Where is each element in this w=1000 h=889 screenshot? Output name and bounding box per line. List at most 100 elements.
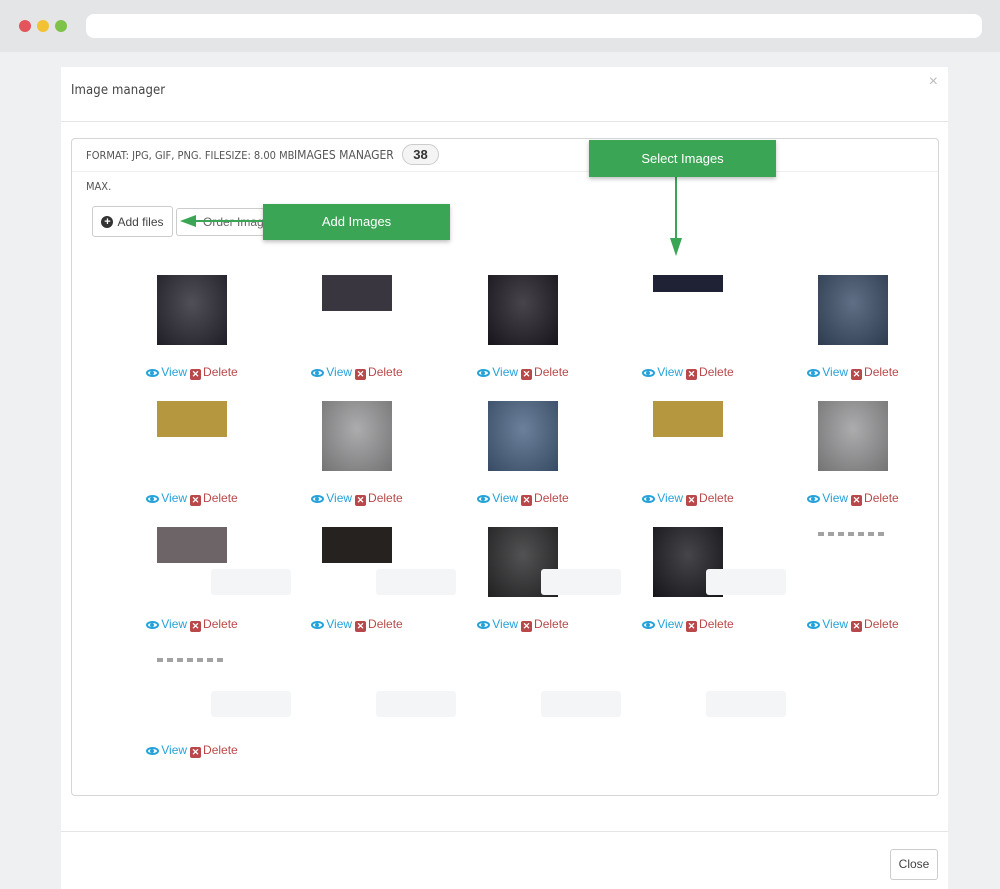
image-thumbnail[interactable]: [157, 658, 227, 662]
window-maximize-dot[interactable]: [55, 20, 67, 32]
delete-link[interactable]: ✕ Delete: [518, 491, 569, 506]
image-item[interactable]: View ✕ Delete: [282, 398, 432, 518]
view-link[interactable]: View: [642, 491, 683, 505]
delete-link[interactable]: ✕ Delete: [683, 491, 734, 506]
delete-link[interactable]: ✕ Delete: [683, 617, 734, 632]
view-label: View: [326, 617, 353, 631]
delete-link[interactable]: ✕ Delete: [518, 617, 569, 632]
panel-header: FORMAT: JPG, GIF, PNG. FILESIZE: 8.00 MB…: [72, 139, 938, 172]
add-files-button[interactable]: + Add files: [92, 206, 173, 237]
view-link[interactable]: View: [642, 365, 683, 379]
modal-title: Image manager: [71, 83, 166, 98]
eye-icon: [642, 495, 656, 503]
image-thumbnail[interactable]: [818, 275, 888, 345]
close-button[interactable]: Close: [890, 849, 938, 880]
delete-icon: ✕: [851, 621, 863, 632]
image-thumbnail[interactable]: [488, 401, 558, 471]
delete-link[interactable]: ✕ Delete: [187, 617, 238, 632]
view-link[interactable]: View: [311, 617, 352, 631]
delete-icon: ✕: [355, 495, 367, 506]
view-link[interactable]: View: [146, 365, 187, 379]
address-bar[interactable]: [86, 14, 982, 38]
view-link[interactable]: View: [807, 491, 848, 505]
delete-icon: ✕: [190, 747, 202, 758]
image-thumbnail[interactable]: [653, 275, 723, 292]
order-image-by-button[interactable]: Order Image By: [176, 208, 276, 236]
delete-link[interactable]: ✕ Delete: [352, 365, 403, 380]
image-item[interactable]: View ✕ Delete: [778, 524, 928, 644]
delete-icon: ✕: [521, 369, 533, 380]
delete-link[interactable]: ✕ Delete: [187, 491, 238, 506]
view-link[interactable]: View: [807, 365, 848, 379]
view-link[interactable]: View: [146, 617, 187, 631]
view-link[interactable]: View: [477, 491, 518, 505]
eye-icon: [311, 495, 325, 503]
image-thumbnail[interactable]: [322, 401, 392, 471]
view-link[interactable]: View: [807, 617, 848, 631]
image-placeholder: [376, 569, 456, 595]
image-item[interactable]: View ✕ Delete: [282, 272, 432, 392]
image-placeholder: [706, 691, 786, 717]
eye-icon: [642, 369, 656, 377]
delete-link[interactable]: ✕ Delete: [518, 365, 569, 380]
view-label: View: [326, 365, 353, 379]
image-actions: View ✕ Delete: [282, 617, 432, 632]
image-actions: View ✕ Delete: [613, 617, 763, 632]
image-thumbnail[interactable]: [157, 275, 227, 345]
view-label: View: [822, 491, 849, 505]
view-link[interactable]: View: [311, 491, 352, 505]
delete-label: Delete: [864, 365, 899, 379]
window-minimize-dot[interactable]: [37, 20, 49, 32]
delete-label: Delete: [534, 617, 569, 631]
view-link[interactable]: View: [146, 491, 187, 505]
delete-label: Delete: [203, 743, 238, 757]
manager-label: IMAGES MANAGER: [294, 148, 394, 162]
image-thumbnail[interactable]: [818, 401, 888, 471]
eye-icon: [642, 621, 656, 629]
delete-icon: ✕: [686, 369, 698, 380]
image-thumbnail[interactable]: [322, 527, 392, 563]
delete-link[interactable]: ✕ Delete: [352, 491, 403, 506]
delete-icon: ✕: [355, 621, 367, 632]
image-actions: View ✕ Delete: [613, 365, 763, 380]
delete-icon: ✕: [851, 369, 863, 380]
delete-link[interactable]: ✕ Delete: [683, 365, 734, 380]
image-item[interactable]: View ✕ Delete: [117, 398, 267, 518]
image-item[interactable]: View ✕ Delete: [613, 398, 763, 518]
image-thumbnail[interactable]: [157, 527, 227, 563]
eye-icon: [311, 369, 325, 377]
view-link[interactable]: View: [146, 743, 187, 757]
view-link[interactable]: View: [477, 365, 518, 379]
image-item[interactable]: View ✕ Delete: [778, 272, 928, 392]
image-item[interactable]: View ✕ Delete: [117, 272, 267, 392]
eye-icon: [477, 621, 491, 629]
plus-circle-icon: +: [101, 215, 114, 228]
delete-link[interactable]: ✕ Delete: [187, 743, 238, 758]
view-link[interactable]: View: [642, 617, 683, 631]
delete-icon: ✕: [355, 369, 367, 380]
image-thumbnail[interactable]: [157, 401, 227, 437]
image-thumbnail[interactable]: [488, 275, 558, 345]
view-label: View: [822, 365, 849, 379]
view-label: View: [161, 491, 188, 505]
image-item[interactable]: View ✕ Delete: [613, 272, 763, 392]
delete-label: Delete: [864, 617, 899, 631]
image-thumbnail[interactable]: [653, 401, 723, 437]
image-thumbnail[interactable]: [322, 275, 392, 311]
delete-link[interactable]: ✕ Delete: [848, 617, 899, 632]
image-item[interactable]: View ✕ Delete: [448, 272, 598, 392]
delete-icon: ✕: [190, 495, 202, 506]
image-item[interactable]: View ✕ Delete: [448, 398, 598, 518]
delete-link[interactable]: ✕ Delete: [848, 365, 899, 380]
delete-link[interactable]: ✕ Delete: [187, 365, 238, 380]
window-close-dot[interactable]: [19, 20, 31, 32]
view-link[interactable]: View: [477, 617, 518, 631]
delete-icon: ✕: [686, 495, 698, 506]
delete-link[interactable]: ✕ Delete: [352, 617, 403, 632]
image-thumbnail[interactable]: [818, 532, 888, 536]
delete-link[interactable]: ✕ Delete: [848, 491, 899, 506]
view-link[interactable]: View: [311, 365, 352, 379]
image-item[interactable]: View ✕ Delete: [778, 398, 928, 518]
delete-label: Delete: [534, 491, 569, 505]
close-icon[interactable]: ×: [929, 73, 938, 91]
